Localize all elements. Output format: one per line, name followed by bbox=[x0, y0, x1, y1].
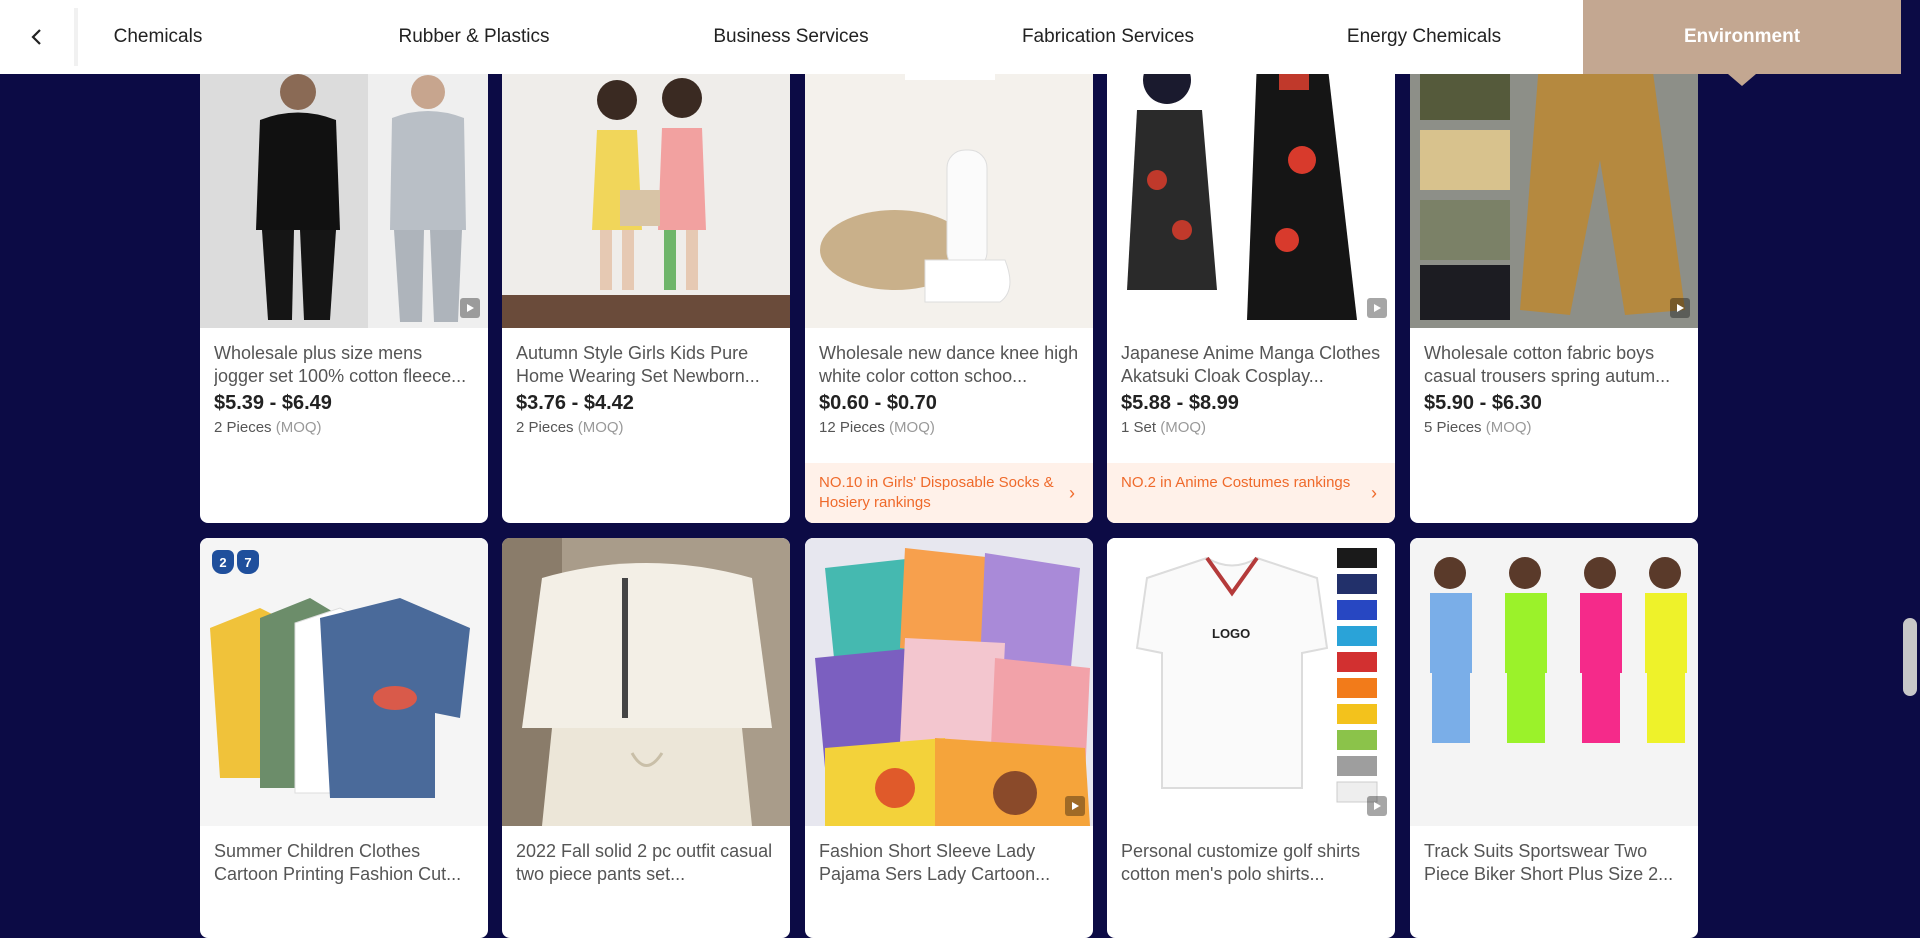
product-card[interactable]: 2022 Fall solid 2 pc outfit casual two p… bbox=[502, 538, 790, 938]
product-card[interactable]: Autumn Style Girls Kids Pure Home Wearin… bbox=[502, 40, 790, 523]
product-card[interactable]: Wholesale new dance knee high white colo… bbox=[805, 40, 1093, 523]
chevron-right-icon: › bbox=[1371, 483, 1377, 503]
product-title[interactable]: Track Suits Sportswear Two Piece Biker S… bbox=[1424, 840, 1684, 886]
video-play-icon bbox=[1367, 298, 1387, 318]
tab-fabrication-services[interactable]: Fabrication Services bbox=[1000, 0, 1216, 74]
moq-quantity: 5 Pieces bbox=[1424, 419, 1482, 436]
product-title[interactable]: 2022 Fall solid 2 pc outfit casual two p… bbox=[516, 840, 776, 886]
moq-label: (MOQ) bbox=[1485, 419, 1532, 436]
product-image[interactable] bbox=[1107, 40, 1395, 328]
product-image[interactable] bbox=[502, 538, 790, 826]
product-moq: 2 Pieces (MOQ) bbox=[214, 419, 474, 436]
product-image[interactable] bbox=[200, 40, 488, 328]
product-card[interactable]: LOGO Personal customize golf shirts cott… bbox=[1107, 538, 1395, 938]
moq-quantity: 12 Pieces bbox=[819, 419, 885, 436]
brand-badge-digit: 2 bbox=[212, 550, 234, 574]
scrollbar[interactable] bbox=[1898, 0, 1920, 885]
category-tab-bar: Chemicals Rubber & Plastics Business Ser… bbox=[0, 0, 1901, 74]
video-play-icon bbox=[1367, 796, 1387, 816]
product-image[interactable]: 2 7 bbox=[200, 538, 488, 826]
moq-label: (MOQ) bbox=[577, 419, 624, 436]
ranking-banner[interactable]: NO.10 in Girls' Disposable Socks & Hosie… bbox=[805, 463, 1093, 523]
moq-label: (MOQ) bbox=[889, 419, 935, 436]
product-card[interactable]: Track Suits Sportswear Two Piece Biker S… bbox=[1410, 538, 1698, 938]
logo-text: LOGO bbox=[1212, 626, 1250, 641]
product-price: $5.39 - $6.49 bbox=[214, 392, 332, 414]
category-tabs: Chemicals Rubber & Plastics Business Ser… bbox=[0, 0, 1901, 74]
product-card[interactable]: 2 7 Summer Children Clothes Cartoon Prin… bbox=[200, 538, 488, 938]
product-image[interactable] bbox=[805, 40, 1093, 328]
product-image[interactable] bbox=[502, 40, 790, 328]
moq-label: (MOQ) bbox=[275, 419, 322, 436]
product-price: $5.88 - $8.99 bbox=[1121, 392, 1239, 414]
product-title[interactable]: Wholesale cotton fabric boys casual trou… bbox=[1424, 342, 1684, 388]
product-moq: 12 Pieces (MOQ) bbox=[819, 419, 1079, 436]
tab-chemicals[interactable]: Chemicals bbox=[78, 0, 238, 74]
product-price: $0.60 - $0.70 bbox=[819, 392, 937, 414]
product-card[interactable]: Wholesale plus size mens jogger set 100%… bbox=[200, 40, 488, 523]
video-play-icon bbox=[460, 298, 480, 318]
brand-badge-digit: 7 bbox=[237, 550, 259, 574]
tab-business-services[interactable]: Business Services bbox=[684, 0, 898, 74]
tab-energy-chemicals[interactable]: Energy Chemicals bbox=[1326, 0, 1522, 74]
product-card[interactable]: Japanese Anime Manga Clothes Akatsuki Cl… bbox=[1107, 40, 1395, 523]
tab-environment[interactable]: Environment bbox=[1583, 0, 1901, 74]
product-price: $3.76 - $4.42 bbox=[516, 392, 634, 414]
product-title[interactable]: Japanese Anime Manga Clothes Akatsuki Cl… bbox=[1121, 342, 1381, 388]
product-title[interactable]: Summer Children Clothes Cartoon Printing… bbox=[214, 840, 474, 886]
moq-quantity: 2 Pieces bbox=[214, 419, 272, 436]
chevron-right-icon: › bbox=[1069, 483, 1075, 503]
product-price: $5.90 - $6.30 bbox=[1424, 392, 1542, 414]
brand-badge: 2 7 bbox=[212, 550, 259, 574]
tab-rubber-plastics[interactable]: Rubber & Plastics bbox=[368, 0, 580, 74]
ranking-text: NO.2 in Anime Costumes rankings bbox=[1121, 474, 1351, 491]
product-title[interactable]: Fashion Short Sleeve Lady Pajama Sers La… bbox=[819, 840, 1079, 886]
product-title[interactable]: Wholesale new dance knee high white colo… bbox=[819, 342, 1079, 388]
ranking-banner[interactable]: NO.2 in Anime Costumes rankings › bbox=[1107, 463, 1395, 523]
video-play-icon bbox=[1670, 298, 1690, 318]
moq-quantity: 1 Set bbox=[1121, 419, 1157, 436]
product-image[interactable] bbox=[1410, 40, 1698, 328]
product-image[interactable] bbox=[1410, 538, 1698, 826]
product-card[interactable]: Fashion Short Sleeve Lady Pajama Sers La… bbox=[805, 538, 1093, 938]
product-card[interactable]: Wholesale cotton fabric boys casual trou… bbox=[1410, 40, 1698, 523]
product-moq: 2 Pieces (MOQ) bbox=[516, 419, 776, 436]
moq-label: (MOQ) bbox=[1160, 419, 1207, 436]
product-title[interactable]: Personal customize golf shirts cotton me… bbox=[1121, 840, 1381, 886]
product-moq: 1 Set (MOQ) bbox=[1121, 419, 1381, 436]
active-tab-indicator bbox=[1728, 74, 1756, 86]
moq-quantity: 2 Pieces bbox=[516, 419, 574, 436]
scrollbar-thumb[interactable] bbox=[1903, 618, 1917, 696]
product-title[interactable]: Wholesale plus size mens jogger set 100%… bbox=[214, 342, 474, 388]
ranking-text: NO.10 in Girls' Disposable Socks & Hosie… bbox=[819, 474, 1054, 511]
product-image[interactable]: LOGO bbox=[1107, 538, 1395, 826]
video-play-icon bbox=[1065, 796, 1085, 816]
product-title[interactable]: Autumn Style Girls Kids Pure Home Wearin… bbox=[516, 342, 776, 388]
product-image[interactable] bbox=[805, 538, 1093, 826]
product-moq: 5 Pieces (MOQ) bbox=[1424, 419, 1684, 436]
